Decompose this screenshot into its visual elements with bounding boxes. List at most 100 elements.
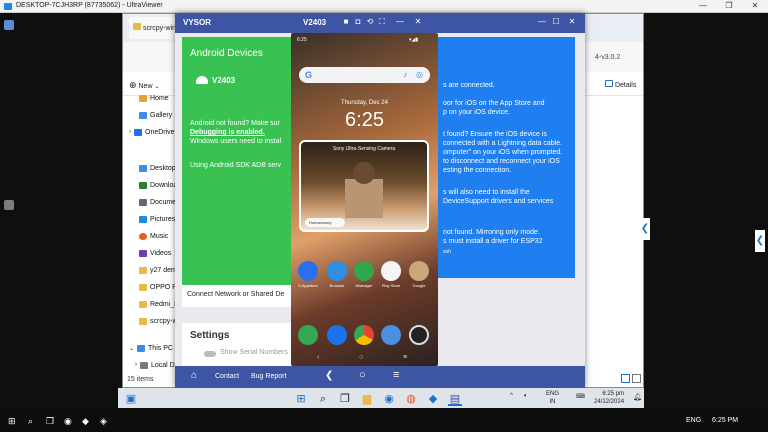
refresh-link[interactable]: esh bbox=[443, 248, 451, 257]
phone-back-icon[interactable]: ‹ bbox=[317, 354, 319, 361]
drive-icon bbox=[140, 361, 148, 369]
screenshot-icon[interactable]: ◘ bbox=[353, 17, 363, 27]
connect-network-button[interactable]: Connect Network or Shared De bbox=[182, 285, 297, 307]
tray-chevron-icon[interactable]: ^ bbox=[510, 393, 513, 399]
search-icon[interactable]: ⌕ bbox=[316, 392, 330, 406]
sidebar-item-label: Desktop bbox=[150, 164, 176, 172]
ultraviewer-taskbar-icon[interactable]: ◆ bbox=[426, 392, 440, 406]
gallery-app-icon[interactable] bbox=[381, 325, 401, 345]
usb-debugging-link[interactable]: Debugging is enabled. bbox=[190, 128, 265, 137]
home-icon[interactable]: ⌂ bbox=[191, 370, 197, 381]
host-task-view-icon[interactable]: ❐ bbox=[46, 416, 54, 427]
document-icon bbox=[139, 198, 147, 206]
rotate-icon[interactable]: ⟲ bbox=[365, 17, 375, 27]
start-icon[interactable]: ⊞ bbox=[294, 392, 308, 406]
sidebar-item-label: OneDrive bbox=[145, 128, 175, 136]
esp32-driver-text[interactable]: s must install a driver for ESP32 bbox=[443, 237, 543, 246]
sidebar-item-label: This PC bbox=[148, 344, 173, 352]
show-serial-label: Show Serial Numbers bbox=[220, 349, 288, 356]
host-app-icon[interactable]: ◈ bbox=[100, 416, 107, 427]
folder-icon bbox=[133, 23, 141, 30]
host-clock[interactable]: 6:25 PM bbox=[712, 417, 738, 424]
mic-icon[interactable]: ♪ bbox=[403, 70, 407, 79]
contact-link[interactable]: Contact bbox=[215, 373, 239, 380]
camera-app-icon[interactable] bbox=[409, 325, 429, 345]
v-appstore-icon[interactable] bbox=[298, 261, 318, 281]
sidebar-item-home[interactable]: Home bbox=[139, 90, 169, 106]
sidebar-item-label: Local D bbox=[151, 361, 175, 369]
host-start-icon[interactable]: ⊞ bbox=[8, 416, 16, 427]
sidebar-item-desktop[interactable]: Desktop bbox=[139, 160, 176, 176]
device-screen[interactable]: 6:25 ▾◢▮ G ♪ ◎ Thursday, Dec 24 6:25 Son… bbox=[291, 33, 438, 366]
play-store-icon[interactable] bbox=[381, 261, 401, 281]
collapse-handle-left[interactable]: ❮ bbox=[640, 218, 650, 240]
details-button[interactable]: Details bbox=[605, 80, 636, 89]
close-button[interactable]: ✕ bbox=[742, 1, 768, 10]
android-devices-panel: Android Devices V2403 Android not found?… bbox=[182, 37, 297, 285]
sidebar-item-this-pc[interactable]: ⌄ This PC bbox=[129, 340, 173, 356]
sidebar-item-gallery[interactable]: Gallery bbox=[139, 107, 172, 123]
browser-icon[interactable] bbox=[327, 261, 347, 281]
vysor-close-button[interactable]: ✕ bbox=[567, 17, 577, 27]
sidebar-item-documents[interactable]: Docume bbox=[139, 194, 176, 210]
details-view-icon[interactable] bbox=[621, 374, 630, 383]
sidebar-item-onedrive[interactable]: › OneDrive bbox=[129, 124, 175, 140]
tiles-view-icon[interactable] bbox=[632, 374, 641, 383]
sidebar-item-pictures[interactable]: Pictures bbox=[139, 211, 175, 227]
sidebar-item-downloads[interactable]: Downloa bbox=[139, 177, 177, 193]
device-support-link[interactable]: DeviceSupport drivers and services bbox=[443, 197, 553, 206]
file-explorer-icon[interactable]: ▆ bbox=[360, 392, 374, 406]
bug-report-link[interactable]: Bug Report bbox=[251, 373, 286, 380]
phone-menu-icon[interactable]: ≡ bbox=[403, 354, 407, 361]
minimize-button[interactable]: — bbox=[690, 1, 716, 10]
vysor-taskbar-icon[interactable]: ▤ bbox=[448, 392, 462, 406]
sidebar-item-local-disk[interactable]: › Local D bbox=[135, 357, 175, 373]
desktop-shortcut-icon[interactable] bbox=[4, 20, 14, 30]
fullscreen-icon[interactable]: ⛶ bbox=[377, 17, 387, 27]
show-serial-toggle[interactable] bbox=[204, 351, 216, 357]
chrome-taskbar-icon[interactable]: ◉ bbox=[382, 392, 396, 406]
ultraviewer-icon bbox=[4, 3, 12, 10]
google-folder-icon[interactable] bbox=[409, 261, 429, 281]
task-view-icon[interactable]: ❐ bbox=[338, 392, 352, 406]
home-nav-icon[interactable]: ○ bbox=[359, 369, 366, 381]
notification-bell-icon[interactable]: 🔔︎ bbox=[633, 393, 642, 401]
device-list-item[interactable]: V2403 bbox=[212, 76, 235, 85]
vysor-minimize-button[interactable]: — bbox=[537, 17, 547, 27]
lens-icon[interactable]: ◎ bbox=[416, 70, 423, 79]
phone-home-icon[interactable]: ○ bbox=[359, 354, 363, 361]
phone-nav-bar: ‹ ○ ≡ bbox=[291, 351, 438, 366]
sidebar-item-music[interactable]: Music bbox=[139, 228, 168, 244]
network-icon[interactable]: ⌨ bbox=[576, 393, 585, 400]
chrome-icon[interactable] bbox=[354, 325, 374, 345]
messages-icon[interactable] bbox=[327, 325, 347, 345]
chevron-right-icon: › bbox=[129, 129, 131, 135]
back-nav-icon[interactable]: ❮ bbox=[325, 370, 333, 381]
desktop-shortcut-icon[interactable] bbox=[4, 200, 14, 210]
camera-widget-card[interactable]: Sony Ultra-Sensing Camera Humanmacy bbox=[299, 140, 429, 232]
sidebar-item-folder[interactable]: scrcpy-w bbox=[139, 313, 178, 329]
home-icon bbox=[139, 94, 147, 102]
vysor-maximize-button[interactable]: ☐ bbox=[551, 17, 561, 27]
collapse-handle-right[interactable]: ❮ bbox=[755, 230, 765, 252]
host-search-icon[interactable]: ⌕ bbox=[28, 416, 33, 427]
speaker-icon[interactable]: 🔈︎ bbox=[524, 393, 528, 400]
phone-dialer-icon[interactable] bbox=[298, 325, 318, 345]
device-minimize-button[interactable]: — bbox=[395, 17, 405, 27]
maximize-button[interactable]: ❐ bbox=[716, 1, 742, 10]
clock[interactable]: 6:25 pm 24/12/2024 bbox=[594, 390, 624, 406]
host-language[interactable]: ENG bbox=[686, 417, 701, 424]
host-app-icon[interactable]: ◉ bbox=[64, 416, 72, 427]
input-language[interactable]: ENG IN bbox=[546, 390, 559, 406]
host-app-icon[interactable]: ◆ bbox=[82, 416, 89, 427]
sidebar-item-videos[interactable]: Videos bbox=[139, 245, 171, 261]
record-icon[interactable]: ■ bbox=[341, 17, 351, 27]
sidebar-item-folder[interactable]: Redmi_N bbox=[139, 296, 179, 312]
app-taskbar-icon[interactable]: ◍ bbox=[404, 392, 418, 406]
imanager-icon[interactable] bbox=[354, 261, 374, 281]
android-devices-heading: Android Devices bbox=[190, 48, 263, 59]
google-search-bar[interactable]: G ♪ ◎ bbox=[299, 67, 430, 83]
widgets-icon[interactable]: ▣ bbox=[124, 392, 138, 406]
recents-nav-icon[interactable]: ≡ bbox=[393, 369, 399, 381]
device-close-button[interactable]: ✕ bbox=[413, 17, 423, 27]
